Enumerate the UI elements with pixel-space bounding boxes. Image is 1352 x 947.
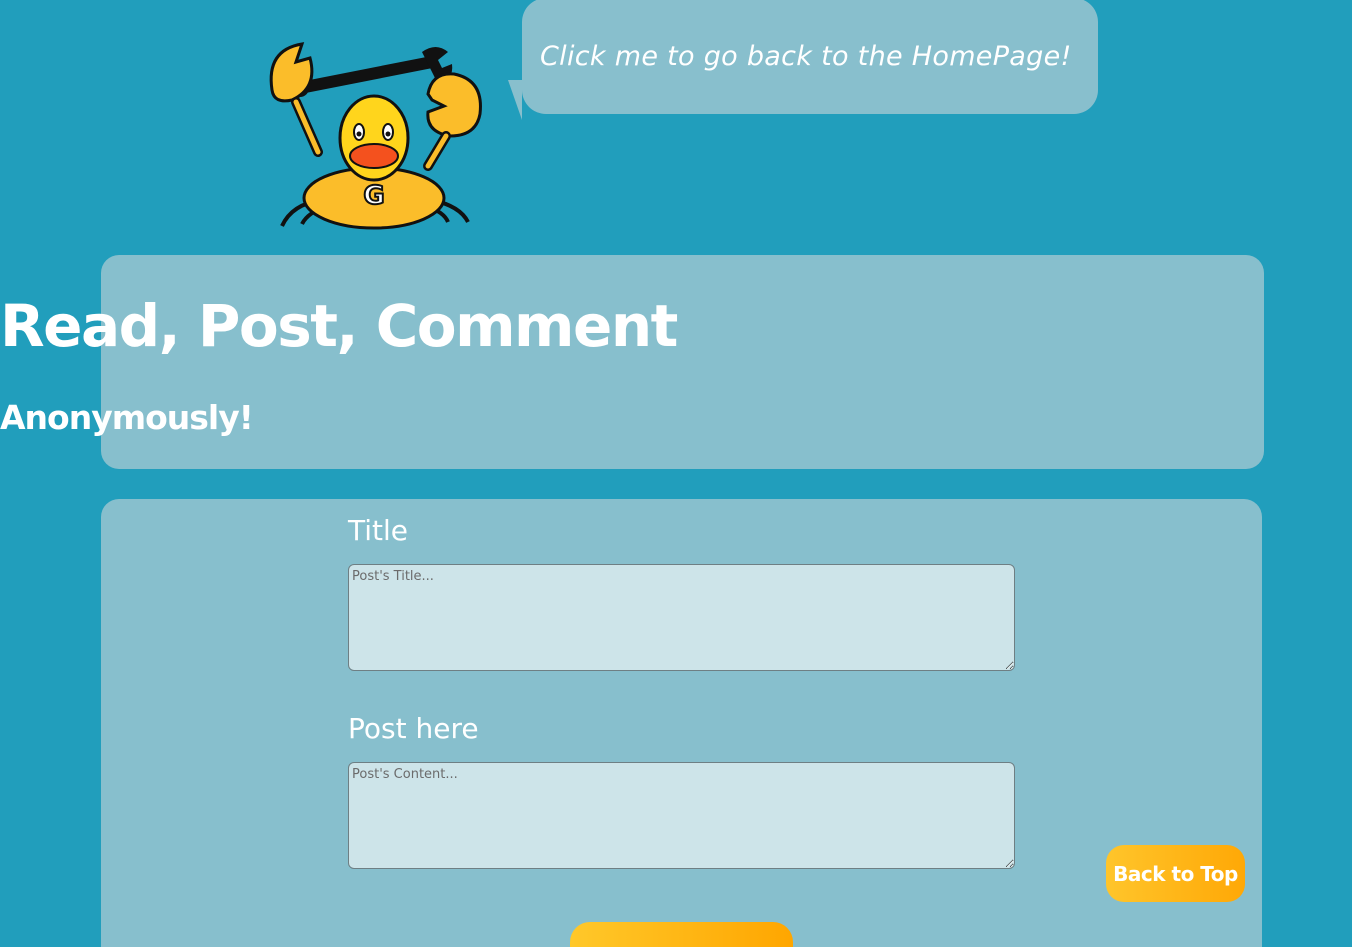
page-title: Read, Post, Comment	[0, 292, 678, 360]
page: G Click me to go back to the HomePage! R…	[0, 0, 1352, 947]
title-input[interactable]	[348, 564, 1015, 671]
home-logo[interactable]: G	[262, 40, 498, 232]
back-to-top-button[interactable]: Back to Top	[1106, 845, 1245, 902]
badge-letter: G	[363, 181, 384, 211]
post-label: Post here	[348, 712, 479, 745]
home-link-bubble[interactable]: Click me to go back to the HomePage!	[522, 0, 1098, 114]
speech-bubble-tail	[508, 80, 522, 120]
page-subtitle: Anonymously!	[0, 398, 254, 437]
crab-duck-mascot-icon: G	[269, 42, 482, 230]
home-link-text[interactable]: Click me to go back to the HomePage!	[540, 41, 1072, 72]
title-label: Title	[348, 514, 409, 547]
post-content-input[interactable]	[348, 762, 1015, 869]
submit-post-button[interactable]: Submit Post	[570, 922, 793, 947]
